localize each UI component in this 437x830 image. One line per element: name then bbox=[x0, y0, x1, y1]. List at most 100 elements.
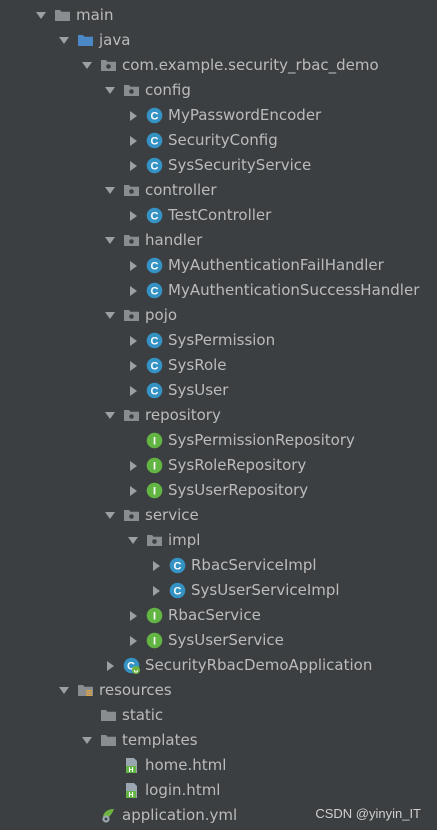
collapse-arrow-icon[interactable] bbox=[104, 403, 116, 428]
tree-item-label: SecurityConfig bbox=[168, 131, 278, 149]
collapse-arrow-icon[interactable] bbox=[127, 528, 139, 553]
collapse-arrow-icon[interactable] bbox=[81, 53, 93, 78]
expand-arrow-icon[interactable] bbox=[127, 478, 139, 503]
watermark-text: CSDN @yinyin_IT bbox=[315, 806, 421, 821]
collapse-arrow-icon[interactable] bbox=[58, 678, 70, 703]
tree-item-syspermissionrepository[interactable]: I SysPermissionRepository bbox=[0, 428, 437, 453]
interface-icon: I bbox=[146, 482, 163, 499]
package-icon bbox=[146, 532, 163, 549]
tree-item-label: SysPermissionRepository bbox=[168, 431, 355, 449]
expand-arrow-icon[interactable] bbox=[127, 353, 139, 378]
tree-item-resources[interactable]: resources bbox=[0, 678, 437, 703]
collapse-arrow-icon[interactable] bbox=[104, 178, 116, 203]
project-tree: main java com.example.security_rbac_demo co… bbox=[0, 3, 437, 828]
tree-item-java[interactable]: java bbox=[0, 28, 437, 53]
interface-icon: I bbox=[146, 607, 163, 624]
tree-item-pojo[interactable]: pojo bbox=[0, 303, 437, 328]
tree-item-mypasswordencoder[interactable]: C MyPasswordEncoder bbox=[0, 103, 437, 128]
tree-item-sysuserservice[interactable]: I SysUserService bbox=[0, 628, 437, 653]
tree-item-label: handler bbox=[145, 231, 203, 249]
tree-item-label: templates bbox=[122, 731, 198, 749]
tree-item-syssecurityservice[interactable]: C SysSecurityService bbox=[0, 153, 437, 178]
tree-item-label: TestController bbox=[168, 206, 272, 224]
tree-item-config[interactable]: config bbox=[0, 78, 437, 103]
class-icon: C bbox=[146, 282, 163, 299]
tree-item-sysuserserviceimpl[interactable]: C SysUserServiceImpl bbox=[0, 578, 437, 603]
tree-item-label: SysUser bbox=[168, 381, 229, 399]
tree-item-label: resources bbox=[99, 681, 172, 699]
tree-item-rbacservice[interactable]: I RbacService bbox=[0, 603, 437, 628]
class-icon: C bbox=[146, 157, 163, 174]
expand-arrow-icon[interactable] bbox=[127, 253, 139, 278]
tree-item-impl[interactable]: impl bbox=[0, 528, 437, 553]
tree-item-templates[interactable]: templates bbox=[0, 728, 437, 753]
tree-item-label: RbacService bbox=[168, 606, 261, 624]
tree-item-sysuser[interactable]: C SysUser bbox=[0, 378, 437, 403]
expand-arrow-icon[interactable] bbox=[127, 103, 139, 128]
collapse-arrow-icon[interactable] bbox=[104, 503, 116, 528]
tree-item-static[interactable]: static bbox=[0, 703, 437, 728]
tree-item-label: application.yml bbox=[122, 806, 238, 824]
spring-boot-class-icon: C bbox=[123, 657, 140, 674]
collapse-arrow-icon[interactable] bbox=[104, 78, 116, 103]
tree-item-com-example-security-rbac-demo[interactable]: com.example.security_rbac_demo bbox=[0, 53, 437, 78]
collapse-arrow-icon[interactable] bbox=[81, 728, 93, 753]
expand-arrow-icon[interactable] bbox=[127, 203, 139, 228]
collapse-arrow-icon[interactable] bbox=[104, 303, 116, 328]
tree-item-sysuserrepository[interactable]: I SysUserRepository bbox=[0, 478, 437, 503]
expand-arrow-icon[interactable] bbox=[127, 153, 139, 178]
expand-arrow-icon[interactable] bbox=[150, 553, 162, 578]
expand-arrow-icon[interactable] bbox=[127, 328, 139, 353]
tree-item-securityrbacdemoapplication[interactable]: C SecurityRbacDemoApplication bbox=[0, 653, 437, 678]
expand-arrow-icon[interactable] bbox=[150, 578, 162, 603]
tree-item-repository[interactable]: repository bbox=[0, 403, 437, 428]
tree-item-controller[interactable]: controller bbox=[0, 178, 437, 203]
tree-item-home-html[interactable]: Hhome.html bbox=[0, 753, 437, 778]
html-file-icon: H bbox=[123, 782, 140, 799]
svg-text:H: H bbox=[128, 792, 133, 799]
expand-arrow-icon[interactable] bbox=[127, 603, 139, 628]
tree-item-label: RbacServiceImpl bbox=[191, 556, 317, 574]
tree-item-label: java bbox=[99, 31, 131, 49]
expand-arrow-icon[interactable] bbox=[127, 278, 139, 303]
expand-arrow-icon[interactable] bbox=[127, 453, 139, 478]
tree-item-label: MyAuthenticationSuccessHandler bbox=[168, 281, 420, 299]
tree-item-sysrole[interactable]: C SysRole bbox=[0, 353, 437, 378]
tree-item-securityconfig[interactable]: C SecurityConfig bbox=[0, 128, 437, 153]
tree-item-service[interactable]: service bbox=[0, 503, 437, 528]
tree-item-label: SysUserService bbox=[168, 631, 284, 649]
tree-item-login-html[interactable]: Hlogin.html bbox=[0, 778, 437, 803]
source-folder-icon bbox=[77, 32, 94, 49]
tree-item-label: SysRole bbox=[168, 356, 227, 374]
svg-text:C: C bbox=[151, 386, 159, 398]
collapse-arrow-icon[interactable] bbox=[104, 228, 116, 253]
package-icon bbox=[123, 232, 140, 249]
resources-folder-icon bbox=[77, 682, 94, 699]
tree-item-label: MyAuthenticationFailHandler bbox=[168, 256, 384, 274]
tree-item-rbacserviceimpl[interactable]: C RbacServiceImpl bbox=[0, 553, 437, 578]
svg-text:I: I bbox=[153, 486, 156, 498]
class-icon: C bbox=[146, 332, 163, 349]
expand-arrow-icon[interactable] bbox=[127, 628, 139, 653]
tree-item-handler[interactable]: handler bbox=[0, 228, 437, 253]
tree-item-myauthenticationsuccesshandler[interactable]: C MyAuthenticationSuccessHandler bbox=[0, 278, 437, 303]
svg-text:C: C bbox=[151, 286, 159, 298]
tree-item-label: SecurityRbacDemoApplication bbox=[145, 656, 373, 674]
svg-text:I: I bbox=[153, 611, 156, 623]
svg-text:C: C bbox=[151, 111, 159, 123]
tree-item-syspermission[interactable]: C SysPermission bbox=[0, 328, 437, 353]
tree-item-testcontroller[interactable]: C TestController bbox=[0, 203, 437, 228]
collapse-arrow-icon[interactable] bbox=[35, 3, 47, 28]
collapse-arrow-icon[interactable] bbox=[58, 28, 70, 53]
tree-item-myauthenticationfailhandler[interactable]: C MyAuthenticationFailHandler bbox=[0, 253, 437, 278]
spring-yml-icon bbox=[100, 807, 117, 824]
svg-text:C: C bbox=[174, 561, 182, 573]
expand-arrow-icon[interactable] bbox=[127, 128, 139, 153]
tree-item-sysrolerepository[interactable]: I SysRoleRepository bbox=[0, 453, 437, 478]
expand-arrow-icon[interactable] bbox=[104, 653, 116, 678]
expand-arrow-icon[interactable] bbox=[127, 378, 139, 403]
tree-item-label: SysPermission bbox=[168, 331, 276, 349]
folder-gray-icon bbox=[54, 7, 71, 24]
svg-text:C: C bbox=[151, 336, 159, 348]
tree-item-main[interactable]: main bbox=[0, 3, 437, 28]
